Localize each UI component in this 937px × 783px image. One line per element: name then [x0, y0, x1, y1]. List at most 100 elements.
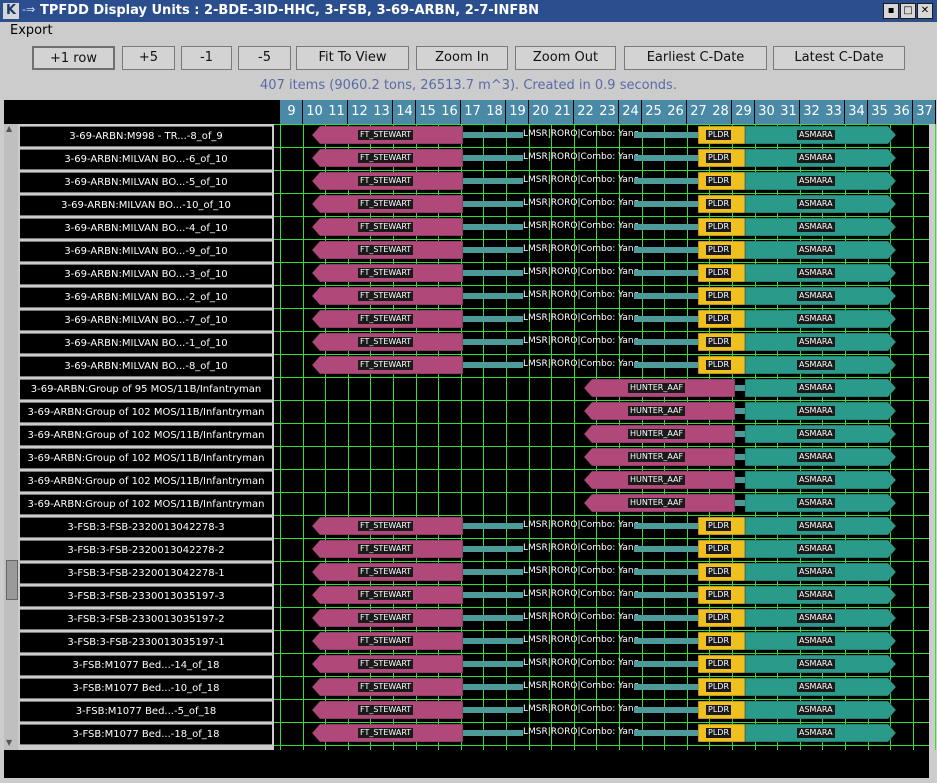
origin-label: FT_STEWART: [358, 199, 414, 209]
day-header-cell: 32: [800, 100, 823, 124]
origin-label: FT_STEWART: [358, 337, 414, 347]
grid-line: [274, 607, 929, 608]
row-label[interactable]: 3-69-ARBN:MILVAN BO...-4_of_10: [20, 218, 272, 239]
connector-line: [634, 730, 698, 736]
grid-line: [274, 308, 929, 309]
grid-line: [280, 124, 281, 750]
plus-one-row-button[interactable]: +1 row: [32, 46, 115, 70]
menu-export[interactable]: Export: [10, 22, 53, 40]
row-label[interactable]: 3-69-ARBN:Group of 102 MOS/11B/Infantrym…: [20, 425, 272, 446]
grid-line: [274, 216, 929, 217]
dest-label: ASMARA: [797, 337, 835, 347]
scroll-thumb[interactable]: [6, 560, 18, 600]
grid-line: [274, 446, 929, 447]
window-title: TPFDD Display Units : 2-BDE-3ID-HHC, 3-F…: [40, 3, 540, 18]
grid-line: [274, 147, 929, 148]
grid-line: [274, 653, 929, 654]
pod-label: PLDR: [706, 728, 731, 738]
row-label[interactable]: 3-FSB:M1077 Bed...-10_of_18: [20, 678, 272, 699]
origin-label: FT_STEWART: [358, 682, 414, 692]
row-label[interactable]: 3-69-ARBN:MILVAN BO...-7_of_10: [20, 310, 272, 331]
row-label[interactable]: 3-FSB:M1077 Bed...-18_of_18: [20, 724, 272, 745]
grid-line: [274, 285, 929, 286]
scroll-up-arrow-icon[interactable]: ▲: [6, 124, 12, 133]
row-label[interactable]: 3-69-ARBN:MILVAN BO...-2_of_10: [20, 287, 272, 308]
grid-line: [274, 262, 929, 263]
latest-c-date-button[interactable]: Latest C-Date: [773, 46, 905, 70]
menu-bar: Export: [0, 22, 937, 40]
zoom-in-button[interactable]: Zoom In: [416, 46, 508, 70]
gantt-chart[interactable]: 9 10 11 12 13 14 15 16 17 18 19 20 21 22 23 24 25 26 27 28 2…: [274, 100, 936, 750]
row-label[interactable]: 3-69-ARBN:MILVAN BO...-1_of_10: [20, 333, 272, 354]
earliest-c-date-button[interactable]: Earliest C-Date: [624, 46, 767, 70]
origin-label: FT_STEWART: [358, 613, 414, 623]
vertical-scrollbar[interactable]: ▲ ▼: [4, 124, 18, 750]
grid-line: [274, 377, 929, 378]
row-label[interactable]: 3-69-ARBN:MILVAN BO...-3_of_10: [20, 264, 272, 285]
row-label[interactable]: 3-69-ARBN:Group of 95 MOS/11B/Infantryma…: [20, 379, 272, 400]
connector-line: [463, 684, 523, 690]
origin-label: FT_STEWART: [358, 245, 414, 255]
row-label[interactable]: 3-FSB:M1077 Bed...-5_of_18: [20, 701, 272, 722]
grid-line: [274, 124, 929, 125]
row-label[interactable]: 3-69-ARBN:Group of 102 MOS/11B/Infantrym…: [20, 402, 272, 423]
day-header-cell: 37: [913, 100, 936, 124]
grid-line: [274, 193, 929, 194]
plus-five-button[interactable]: +5: [122, 46, 175, 70]
close-button[interactable]: ✕: [917, 3, 933, 19]
origin-label: FT_STEWART: [358, 360, 414, 370]
gantt-body[interactable]: FT_STEWART LMSR|RORO|Combo: Yano PLDR ASMAR…: [274, 124, 936, 750]
grid-line: [274, 239, 929, 240]
origin-label: FT_STEWART: [358, 153, 414, 163]
transport-mode-text: LMSR|RORO|Combo: Yano: [523, 221, 640, 231]
scroll-down-arrow-icon[interactable]: ▼: [6, 738, 12, 747]
minus-one-button[interactable]: -1: [181, 46, 232, 70]
day-header-cell: 22: [574, 100, 597, 124]
pod-label: PLDR: [706, 590, 731, 600]
grid-line: [935, 124, 936, 750]
dest-label: ASMARA: [797, 705, 835, 715]
row-label[interactable]: 3-FSB:3-FSB-2320013042278-1: [20, 563, 272, 584]
grid-line: [551, 124, 552, 750]
zoom-out-button[interactable]: Zoom Out: [515, 46, 616, 70]
minimize-button[interactable]: ▪: [883, 3, 899, 19]
row-label[interactable]: 3-FSB:3-FSB-2330013035197-3: [20, 586, 272, 607]
row-label[interactable]: 3-69-ARBN:MILVAN BO...-8_of_10: [20, 356, 272, 377]
origin-label: FT_STEWART: [358, 130, 414, 140]
row-label[interactable]: 3-FSB:3-FSB-2320013042278-2: [20, 540, 272, 561]
minus-five-button[interactable]: -5: [238, 46, 291, 70]
grid-line: [274, 538, 929, 539]
day-header-cell: 20: [529, 100, 552, 124]
transport-mode-text: LMSR|RORO|Combo: Yano: [523, 589, 640, 599]
fit-to-view-button[interactable]: Fit To View: [296, 46, 409, 70]
row-label[interactable]: 3-69-ARBN:MILVAN BO...-9_of_10: [20, 241, 272, 262]
pod-label: PLDR: [706, 613, 731, 623]
origin-label: FT_STEWART: [358, 567, 414, 577]
row-label[interactable]: 3-FSB:3-FSB-2330013035197-1: [20, 632, 272, 653]
row-label[interactable]: 3-69-ARBN:Group of 102 MOS/11B/Infantrym…: [20, 494, 272, 515]
row-label[interactable]: 3-69-ARBN:Group of 102 MOS/11B/Infantrym…: [20, 471, 272, 492]
day-header-cell: 27: [687, 100, 710, 124]
pod-label: PLDR: [706, 291, 731, 301]
row-label[interactable]: 3-69-ARBN:M998 - TR...-8_of_9: [20, 126, 272, 147]
day-header-cell: 36: [890, 100, 913, 124]
origin-label: FT_STEWART: [358, 268, 414, 278]
connector-line: [463, 178, 523, 184]
row-label[interactable]: 3-69-ARBN:MILVAN BO...-10_of_10: [20, 195, 272, 216]
row-label[interactable]: 3-FSB:3-FSB-2330013035197-2: [20, 609, 272, 630]
row-label[interactable]: 3-69-ARBN:MILVAN BO...-6_of_10: [20, 149, 272, 170]
row-label[interactable]: 3-69-ARBN:Group of 102 MOS/11B/Infantrym…: [20, 448, 272, 469]
row-label[interactable]: 3-FSB:3-FSB-2320013042278-3: [20, 517, 272, 538]
origin-label: HUNTER_AAF: [628, 498, 686, 508]
row-label[interactable]: 3-FSB:M1077 Bed...-14_of_18: [20, 655, 272, 676]
pod-label: PLDR: [706, 659, 731, 669]
connector-line: [463, 730, 523, 736]
connector-line: [463, 523, 523, 529]
grid-line: [274, 492, 929, 493]
connector-line: [634, 615, 698, 621]
dest-label: ASMARA: [797, 314, 835, 324]
maximize-button[interactable]: □: [900, 3, 916, 19]
grid-line: [483, 124, 484, 750]
row-label[interactable]: 3-69-ARBN:MILVAN BO...-5_of_10: [20, 172, 272, 193]
day-header-cell: 28: [709, 100, 732, 124]
